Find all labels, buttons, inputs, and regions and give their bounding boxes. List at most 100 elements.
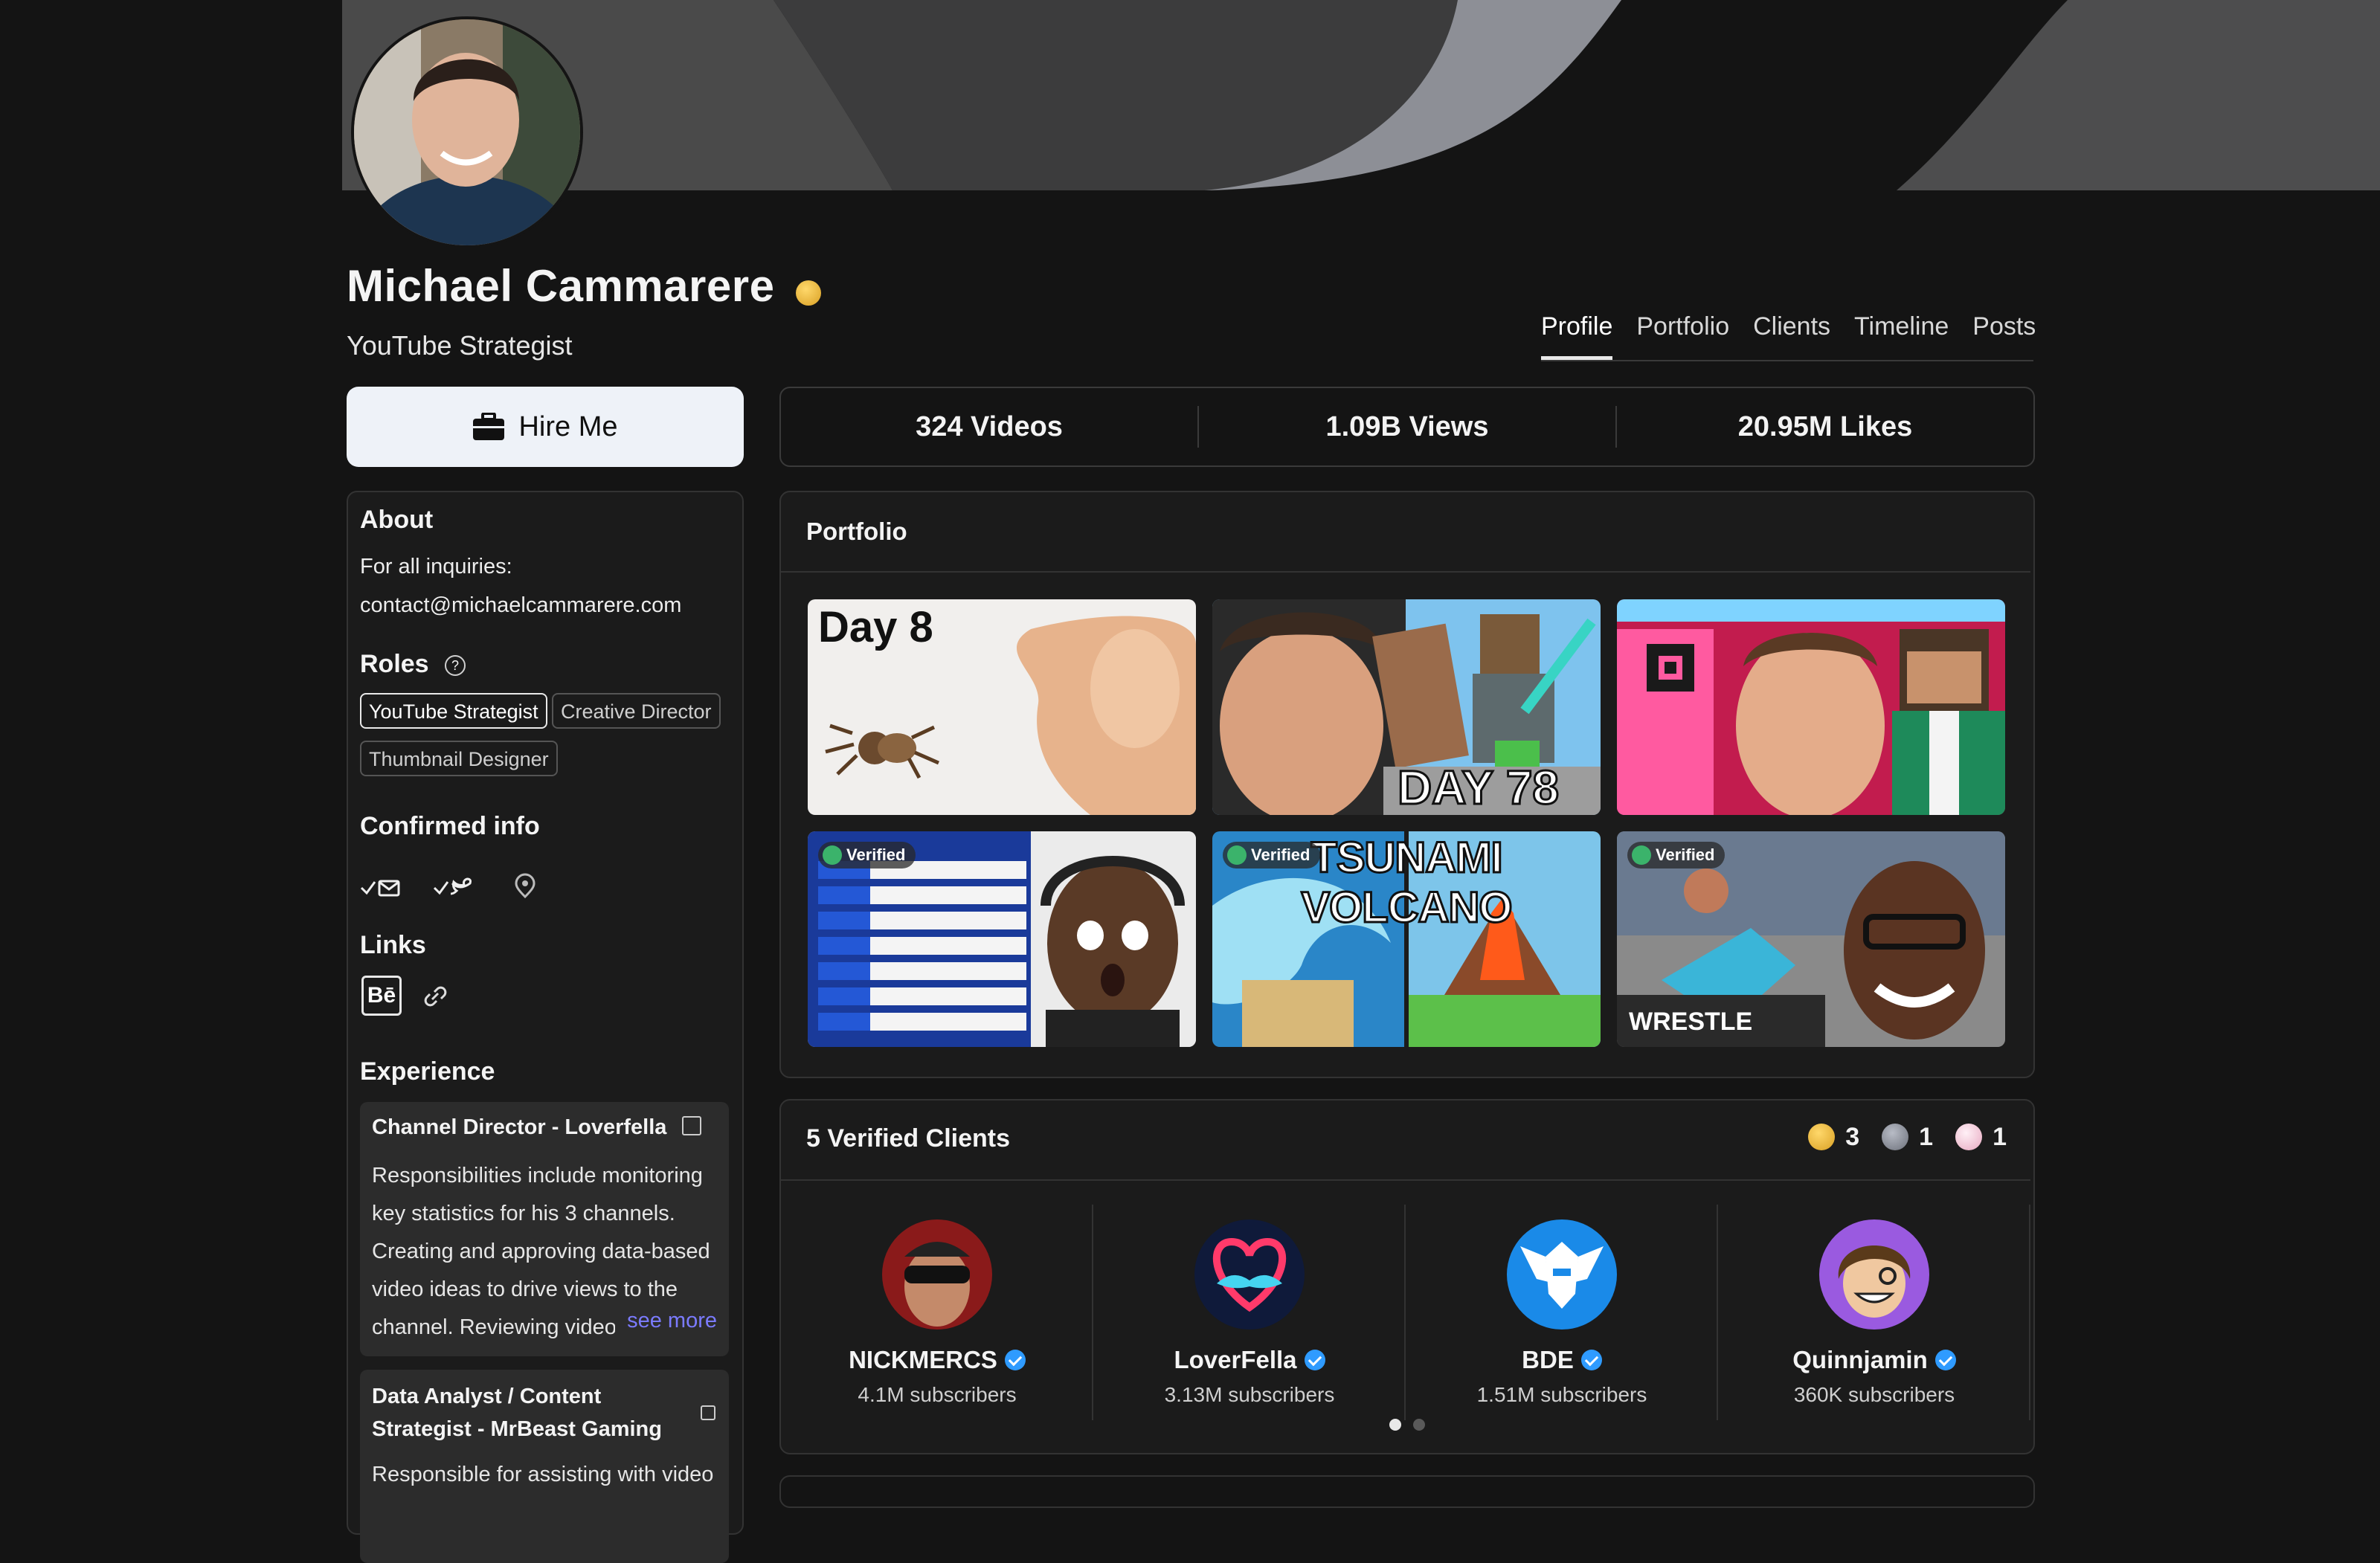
- verified-badge: Verified: [1627, 842, 1726, 868]
- profile-name: Michael Cammarere: [347, 261, 775, 311]
- profile-title: YouTube Strategist: [347, 330, 573, 361]
- client-subscribers: 3.13M subscribers: [1164, 1383, 1335, 1406]
- client-separator: [1092, 1205, 1093, 1420]
- client-separator: [2029, 1205, 2030, 1420]
- client-name: LoverFella: [1093, 1346, 1406, 1374]
- external-link-icon[interactable]: [701, 1405, 715, 1420]
- gold-medal-count: 3: [1808, 1123, 1859, 1152]
- contact-email[interactable]: contact@michaelcammarere.com: [360, 593, 681, 618]
- next-section-card: [779, 1475, 2035, 1508]
- thumbnail-text: Day 8: [818, 603, 933, 651]
- experience-item[interactable]: Data Analyst / Content Strategist - MrBe…: [360, 1370, 729, 1563]
- role-chip[interactable]: YouTube Strategist: [360, 693, 547, 729]
- verified-check-icon: [1004, 1350, 1026, 1370]
- profile-banner: [342, 0, 2380, 190]
- roles-heading-text: Roles: [360, 650, 429, 678]
- client-name-text: Quinnjamin: [1792, 1346, 1928, 1373]
- hire-me-button[interactable]: Hire Me: [347, 387, 744, 467]
- medal-count: 1: [1919, 1123, 1934, 1151]
- stat-videos: 324 Videos: [916, 410, 1063, 442]
- links-heading: Links: [360, 931, 426, 959]
- experience-item[interactable]: Channel Director - Loverfella Responsibi…: [360, 1102, 729, 1356]
- help-icon[interactable]: ?: [445, 655, 466, 676]
- client-avatar: [1194, 1219, 1305, 1330]
- roles-heading: Roles ?: [360, 650, 466, 679]
- verified-icon: [823, 845, 842, 865]
- behance-link-icon[interactable]: Bē: [361, 976, 402, 1016]
- client-name: BDE: [1406, 1346, 1718, 1374]
- tab-posts[interactable]: Posts: [1972, 312, 2036, 360]
- profile-tabs: Profile Portfolio Clients Timeline Posts: [1541, 312, 2036, 360]
- client-card[interactable]: BDE 1.51M subscribers: [1406, 1219, 1718, 1407]
- client-avatar: [882, 1219, 992, 1330]
- tab-clients[interactable]: Clients: [1753, 312, 1830, 360]
- see-more-link[interactable]: see more: [615, 1309, 717, 1333]
- client-subscribers: 360K subscribers: [1793, 1383, 1955, 1406]
- clients-divider: [781, 1179, 2030, 1181]
- portfolio-thumbnail[interactable]: TSUNAMI VOLCANO Verified: [1212, 831, 1601, 1047]
- pink-medal-icon: [1955, 1124, 1983, 1150]
- experience-heading: Experience: [360, 1057, 495, 1086]
- verified-icon: [1632, 845, 1651, 865]
- verified-badge-label: Verified: [846, 845, 906, 864]
- confirmed-icons: [360, 873, 536, 899]
- client-card[interactable]: Quinnjamin 360K subscribers: [1718, 1219, 2030, 1407]
- profile-sidebar: About For all inquiries: contact@michael…: [347, 491, 744, 1563]
- role-chip[interactable]: Creative Director: [552, 693, 721, 729]
- experience-title-text: Channel Director - Loverfella: [372, 1115, 667, 1139]
- stat-views: 1.09B Views: [1325, 410, 1489, 442]
- avatar: [351, 16, 583, 248]
- email-confirmed-icon: [360, 880, 400, 897]
- confirmed-heading: Confirmed info: [360, 812, 540, 840]
- verified-clients-card: 5 Verified Clients 3 1 1 NICKMERCS 4.1M …: [779, 1099, 2035, 1454]
- tabs-divider: [1541, 360, 2033, 361]
- carousel-dot[interactable]: [1413, 1419, 1425, 1431]
- client-avatar: [1507, 1219, 1617, 1330]
- client-name: Quinnjamin: [1718, 1346, 2030, 1374]
- verified-check-icon: [1934, 1350, 1956, 1370]
- verified-badge-label: Verified: [1656, 845, 1715, 864]
- carousel-dot-active[interactable]: [1389, 1419, 1401, 1431]
- link-icon[interactable]: [419, 984, 449, 1011]
- tab-profile[interactable]: Profile: [1541, 312, 1613, 360]
- pink-medal-count: 1: [1955, 1123, 2007, 1152]
- briefcase-icon: [473, 413, 505, 440]
- medal-count: 1: [1993, 1123, 2007, 1151]
- stats-bar: 324 Videos 1.09B Views 20.95M Likes: [779, 387, 2035, 467]
- client-name-text: LoverFella: [1174, 1346, 1297, 1373]
- client-separator: [1404, 1205, 1406, 1420]
- verified-badge: Verified: [818, 842, 916, 868]
- medal-count: 3: [1845, 1123, 1860, 1151]
- silver-medal-icon: [1882, 1124, 1909, 1150]
- experience-title: Data Analyst / Content Strategist - MrBe…: [372, 1385, 662, 1441]
- portfolio-heading: Portfolio: [806, 518, 907, 545]
- portfolio-thumbnail[interactable]: WRESTLE Verified: [1617, 831, 2005, 1047]
- verified-badge-label: Verified: [1251, 845, 1310, 864]
- tab-portfolio[interactable]: Portfolio: [1636, 312, 1729, 360]
- hire-me-label: Hire Me: [518, 410, 618, 442]
- client-card[interactable]: NICKMERCS 4.1M subscribers: [781, 1219, 1093, 1407]
- client-name: NICKMERCS: [781, 1346, 1093, 1374]
- portfolio-thumbnail[interactable]: Day 8: [808, 599, 1196, 815]
- portfolio-thumbnail[interactable]: DAY 78: [1212, 599, 1601, 815]
- about-line: For all inquiries:: [360, 555, 512, 579]
- stat-likes: 20.95M Likes: [1737, 410, 1913, 442]
- portfolio-thumbnail[interactable]: [1617, 599, 2005, 815]
- experience-title: Channel Director - Loverfella: [372, 1115, 701, 1140]
- gold-medal-icon: [1808, 1124, 1836, 1150]
- gold-verified-icon: [796, 280, 821, 306]
- experience-body: Responsible for assisting with video: [372, 1463, 714, 1486]
- external-link-icon[interactable]: [681, 1116, 701, 1135]
- about-heading: About: [360, 506, 434, 534]
- portfolio-thumbnail[interactable]: Verified: [808, 831, 1196, 1047]
- client-subscribers: 1.51M subscribers: [1476, 1383, 1647, 1406]
- thumbnail-text: WRESTLE: [1629, 1008, 1753, 1036]
- portfolio-card: Portfolio Day 8 DAY 78 Verified TSUNAMI …: [779, 491, 2035, 1078]
- role-chip[interactable]: Thumbnail Designer: [360, 741, 558, 776]
- verified-check-icon: [1580, 1350, 1602, 1370]
- verified-check-icon: [1304, 1350, 1325, 1370]
- tab-timeline[interactable]: Timeline: [1854, 312, 1949, 360]
- silver-medal-count: 1: [1882, 1123, 1933, 1152]
- client-medal-counts: 3 1 1: [1808, 1123, 2007, 1152]
- client-card[interactable]: LoverFella 3.13M subscribers: [1093, 1219, 1406, 1407]
